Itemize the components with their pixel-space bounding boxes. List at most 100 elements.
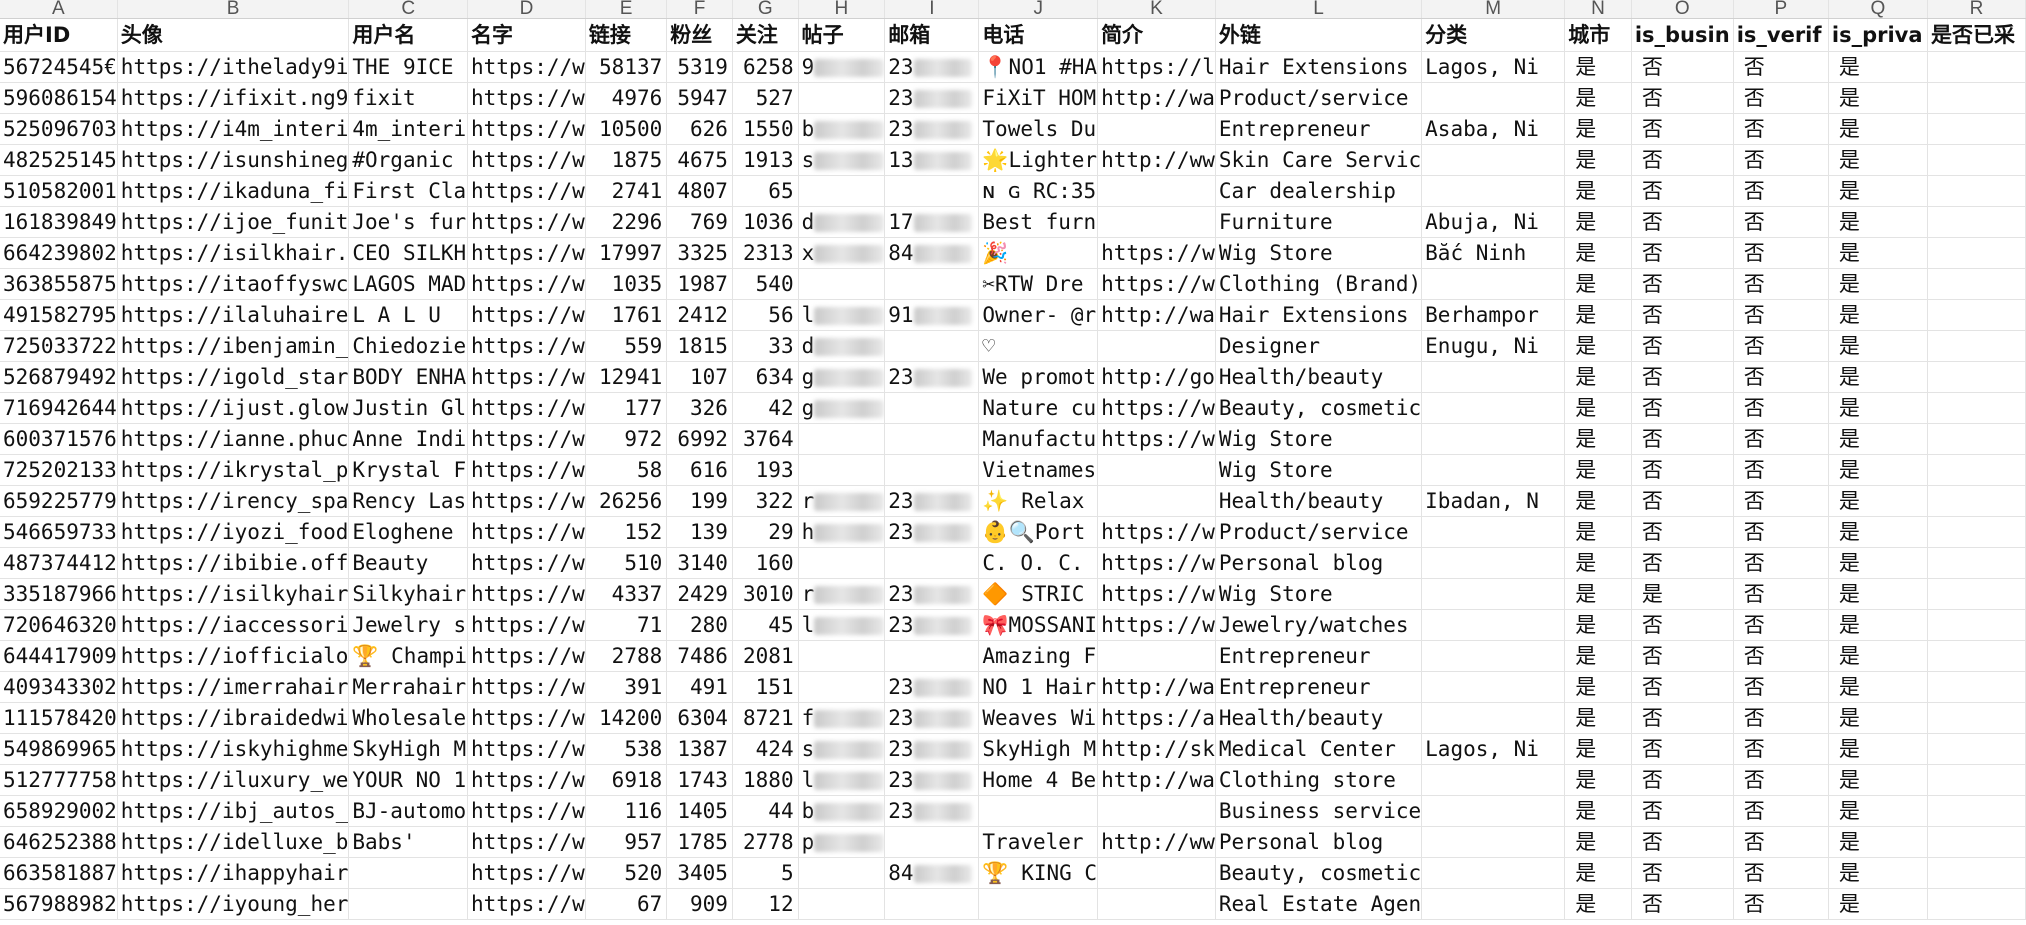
table-cell[interactable]: 2741 [585,175,668,207]
table-cell[interactable]: 是 [1564,609,1632,641]
table-cell[interactable] [1097,113,1216,145]
table-cell[interactable]: 512777758 [0,764,118,796]
table-cell[interactable]: 3010 [732,578,799,610]
table-cell[interactable] [1927,237,2026,269]
table-cell[interactable]: 否 [1631,485,1734,517]
table-cell[interactable]: 否 [1733,51,1829,83]
table-cell[interactable] [1421,888,1566,920]
table-cell[interactable]: 是 [1564,113,1632,145]
table-cell[interactable] [884,423,980,455]
table-cell[interactable]: 1785 [666,826,733,858]
table-cell[interactable]: http://wa [1097,299,1216,331]
table-cell[interactable] [798,857,886,889]
table-cell[interactable]: Ibadan, N [1421,485,1566,517]
table-cell[interactable]: 是 [1828,144,1928,176]
table-cell[interactable]: 1036 [732,206,799,238]
table-cell[interactable] [1421,826,1566,858]
table-cell[interactable] [1421,516,1566,548]
table-cell[interactable]: https://w [467,547,586,579]
table-cell[interactable]: 322 [732,485,799,517]
table-cell[interactable]: 是 [1828,361,1928,393]
table-cell[interactable]: 71 [585,609,668,641]
table-cell[interactable]: 4807 [666,175,733,207]
table-cell[interactable]: Joe's fur [348,206,469,238]
table-cell[interactable]: 否 [1631,268,1734,300]
table-cell[interactable]: https://isilkhair. [117,237,350,269]
table-cell[interactable]: 1405 [666,795,733,827]
table-cell[interactable]: 否 [1631,206,1734,238]
table-cell[interactable]: 否 [1733,547,1829,579]
table-cell[interactable]: https://i4m_interi [117,113,350,145]
table-cell[interactable]: First Cla [348,175,469,207]
table-cell[interactable]: 1743 [666,764,733,796]
table-cell[interactable] [1421,764,1566,796]
table-cell[interactable]: ɴ ɢ RC:35 [978,175,1099,207]
table-cell[interactable]: 510582001 [0,175,118,207]
table-cell[interactable]: 是 [1828,237,1928,269]
table-cell[interactable] [884,640,980,672]
table-cell[interactable]: 是 [1828,857,1928,889]
table-cell[interactable]: 2412 [666,299,733,331]
table-cell[interactable] [798,268,886,300]
table-cell[interactable] [1927,609,2026,641]
table-cell[interactable]: 否 [1631,826,1734,858]
table-cell[interactable] [348,857,469,889]
table-cell[interactable] [1927,361,2026,393]
table-cell[interactable]: 84 [884,857,980,889]
table-cell[interactable] [1927,175,2026,207]
table-cell[interactable]: https://idelluxe_b [117,826,350,858]
table-cell[interactable] [1927,640,2026,672]
table-cell[interactable]: 是 [1828,299,1928,331]
table-cell[interactable]: https://w [467,795,586,827]
table-cell[interactable]: 是 [1828,392,1928,424]
table-cell[interactable]: 3325 [666,237,733,269]
table-cell[interactable]: 否 [1631,888,1734,920]
table-cell[interactable] [1097,454,1216,486]
table-cell[interactable]: Wig Store [1215,578,1423,610]
table-cell[interactable]: Bắc Ninh [1421,237,1566,269]
table-cell[interactable]: 是 [1828,640,1928,672]
table-cell[interactable] [1421,578,1566,610]
table-cell[interactable]: 17 [884,206,980,238]
table-cell[interactable]: https://iluxury_we [117,764,350,796]
table-cell[interactable] [1927,857,2026,889]
table-cell[interactable]: Entrepreneur [1215,640,1423,672]
table-cell[interactable]: 23 [884,485,980,517]
column-header-b[interactable]: B [117,0,350,19]
table-cell[interactable]: https://w [467,857,586,889]
table-cell[interactable]: 520 [585,857,668,889]
column-header-g[interactable]: G [732,0,799,19]
table-cell[interactable] [1927,547,2026,579]
table-cell[interactable]: http://go [1097,361,1216,393]
table-cell[interactable]: 是 [1828,330,1928,362]
table-cell[interactable]: 716942644 [0,392,118,424]
table-cell[interactable]: 44 [732,795,799,827]
table-cell[interactable]: 否 [1733,392,1829,424]
table-cell[interactable]: 是 [1564,144,1632,176]
table-cell[interactable]: 23 [884,361,980,393]
table-cell[interactable]: 是 [1631,578,1734,610]
table-cell[interactable] [1927,516,2026,548]
table-cell[interactable]: 否 [1733,485,1829,517]
table-cell[interactable]: 487374412 [0,547,118,579]
table-cell[interactable]: Nature cu [978,392,1099,424]
table-cell[interactable] [1097,330,1216,362]
table-cell[interactable]: Weaves Wi [978,702,1099,734]
table-cell[interactable]: 957 [585,826,668,858]
table-cell[interactable]: Lagos, Ni [1421,51,1566,83]
table-cell[interactable]: 是 [1564,330,1632,362]
table-cell[interactable]: 3764 [732,423,799,455]
table-cell[interactable]: Real Estate Agen [1215,888,1423,920]
table-cell[interactable]: 否 [1631,733,1734,765]
column-header-n[interactable]: N [1564,0,1632,19]
table-cell[interactable]: 否 [1733,609,1829,641]
table-cell[interactable] [884,454,980,486]
table-cell[interactable]: LAGOS MAD [348,268,469,300]
table-cell[interactable]: Rency Las [348,485,469,517]
table-cell[interactable] [798,423,886,455]
table-cell[interactable]: 58137 [585,51,668,83]
table-cell[interactable]: 🔶 STRIC [978,578,1099,610]
table-cell[interactable] [1927,330,2026,362]
table-cell[interactable]: https://ianne.phuc [117,423,350,455]
table-cell[interactable]: 是 [1564,857,1632,889]
